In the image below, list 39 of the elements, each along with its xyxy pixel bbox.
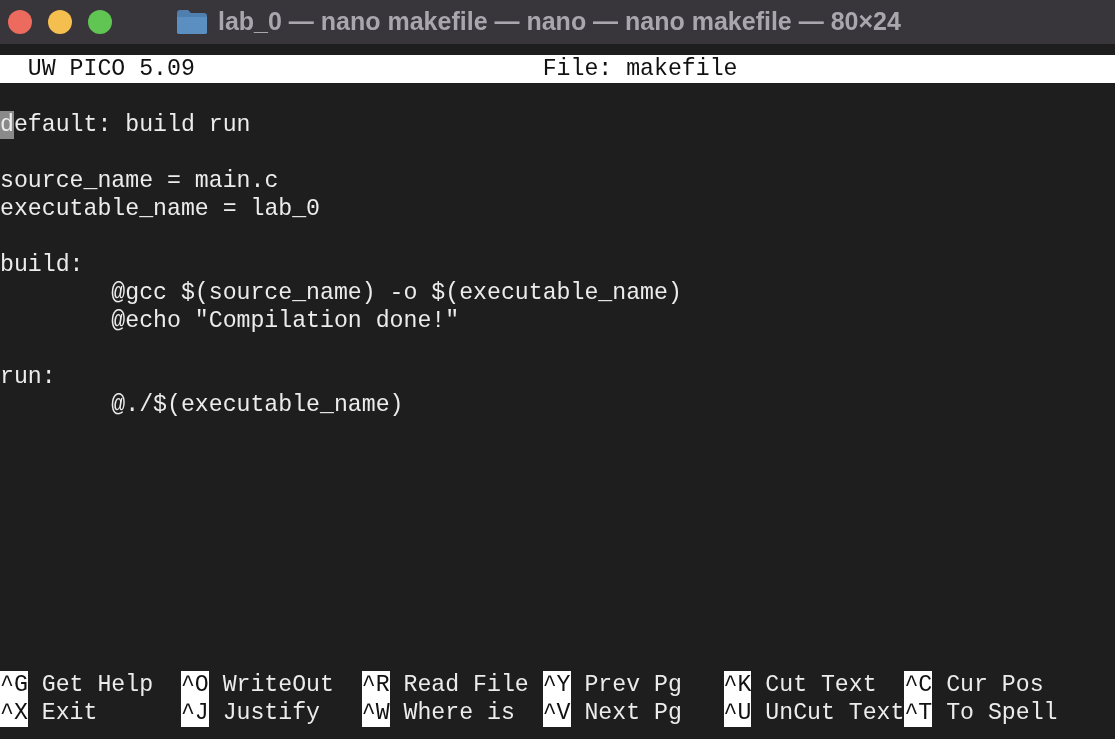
shortcut-label: Next Pg bbox=[584, 699, 682, 727]
shortcut-key: ^U bbox=[723, 699, 752, 727]
code-line: @gcc $(source_name) -o $(executable_name) bbox=[111, 279, 682, 307]
shortcut-label: Exit bbox=[41, 699, 98, 727]
shortcut-key: ^J bbox=[180, 699, 209, 727]
shortcut-key: ^V bbox=[542, 699, 571, 727]
window-title: lab_0 — nano makefile — nano — nano makefile — 80×24 bbox=[218, 7, 901, 36]
folder-icon bbox=[176, 8, 208, 35]
code-line: @./$(executable_name) bbox=[111, 391, 404, 419]
shortcut-key: ^W bbox=[361, 699, 390, 727]
shortcut-label: Prev Pg bbox=[584, 671, 682, 699]
minimize-button[interactable] bbox=[48, 10, 72, 34]
shortcut-label: WriteOut bbox=[222, 671, 334, 699]
close-button[interactable] bbox=[8, 10, 32, 34]
shortcut-key: ^G bbox=[0, 671, 28, 699]
shortcut-key: ^K bbox=[723, 671, 752, 699]
shortcut-key: ^T bbox=[904, 699, 933, 727]
shortcut-key: ^C bbox=[904, 671, 933, 699]
shortcut-label: Cut Text bbox=[765, 671, 877, 699]
code-line: default: build run bbox=[0, 111, 251, 139]
code-line: source_name = main.c bbox=[0, 167, 279, 195]
shortcut-label: Read File bbox=[403, 671, 529, 699]
file-name: File: makefile bbox=[542, 55, 738, 83]
shortcut-key: ^Y bbox=[542, 671, 571, 699]
code-line: run: bbox=[0, 363, 56, 391]
shortcut-key: ^R bbox=[361, 671, 390, 699]
shortcut-key: ^O bbox=[180, 671, 209, 699]
shortcut-label: UnCut Text bbox=[765, 699, 905, 727]
code-line: build: bbox=[0, 251, 84, 279]
shortcut-label: Cur Pos bbox=[946, 671, 1044, 699]
code-line: executable_name = lab_0 bbox=[0, 195, 321, 223]
shortcut-label: Get Help bbox=[41, 671, 154, 699]
shortcut-label: Where is bbox=[403, 699, 515, 727]
shortcut-label: To Spell bbox=[946, 699, 1058, 727]
shortcut-key: ^X bbox=[0, 699, 28, 727]
shortcut-label: Justify bbox=[222, 699, 321, 727]
zoom-button[interactable] bbox=[88, 10, 112, 34]
editor-version: UW PICO 5.09 bbox=[27, 55, 195, 83]
code-line: @echo "Compilation done!" bbox=[111, 307, 460, 335]
